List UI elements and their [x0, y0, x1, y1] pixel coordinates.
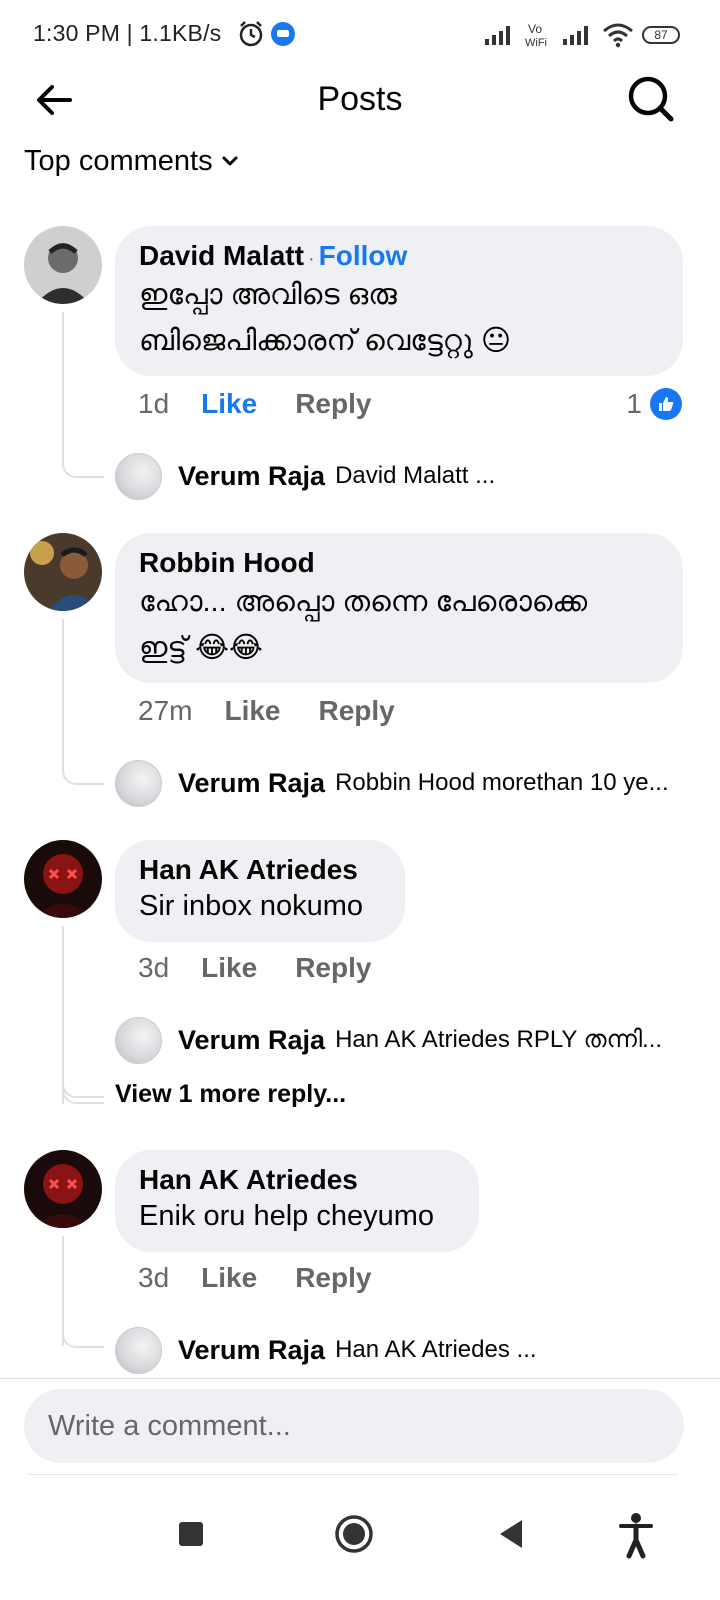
wifi-icon [603, 23, 633, 48]
comment-author[interactable]: Robbin Hood [139, 547, 659, 579]
header: Posts [0, 70, 720, 130]
like-button[interactable]: Like [201, 1262, 257, 1294]
reply-text: Robbin Hood morethan 10 ye... [335, 769, 669, 796]
like-button[interactable]: Like [224, 695, 280, 727]
comment-bubble[interactable]: David Malatt · Follow ഇപ്പോ അവിടെ ഒരു ബിജെ… [115, 226, 683, 376]
reply-text: David Malatt ... [335, 462, 496, 489]
sort-dropdown[interactable]: Top comments [24, 142, 239, 180]
comment-actions: 3d Like Reply [138, 948, 371, 988]
accessibility-icon[interactable] [618, 1504, 654, 1564]
avatar[interactable] [24, 840, 102, 918]
reply-button[interactable]: Reply [295, 952, 371, 984]
follow-button[interactable]: Follow [319, 240, 408, 271]
avatar[interactable] [115, 452, 162, 500]
reply-preview[interactable]: Verum Raja Robbin Hood morethan 10 ye... [115, 759, 685, 807]
comment-actions: 1d Like Reply [138, 384, 371, 424]
avatar[interactable] [115, 759, 162, 807]
status-time: 1:30 PM | 1.1KB/s [33, 20, 222, 46]
divider [28, 1474, 678, 1475]
reply-author: Verum Raja [178, 767, 326, 798]
recents-square-icon[interactable] [176, 1504, 206, 1564]
reaction-count[interactable]: 1 [626, 384, 682, 424]
home-circle-icon[interactable] [334, 1504, 374, 1564]
comment-time: 3d [138, 952, 170, 983]
avatar[interactable] [115, 1016, 162, 1064]
reply-connector [62, 1236, 104, 1348]
svg-text:WiFi: WiFi [525, 37, 547, 49]
system-navigation-bar [0, 1490, 720, 1600]
comment-bubble[interactable]: Robbin Hood ഹോ... അപ്പൊ തന്നെ പേരൊക്കെ ഇ… [115, 533, 683, 683]
sort-label: Top comments [24, 144, 213, 177]
comment-composer[interactable] [24, 1389, 684, 1463]
like-button[interactable]: Like [201, 388, 257, 420]
reply-preview[interactable]: Verum Raja Han AK Atriedes RPLY തന്നി... [115, 1016, 685, 1064]
reply-connector [62, 1080, 104, 1104]
back-triangle-icon[interactable] [496, 1504, 526, 1564]
reply-text: Han AK Atriedes ... [335, 1336, 537, 1363]
thumbs-up-icon [650, 388, 682, 420]
comment-bubble[interactable]: Han AK Atriedes Sir inbox nokumo [115, 840, 405, 942]
separator-dot: · [307, 248, 315, 270]
messenger-icon [271, 22, 295, 46]
reply-connector [62, 619, 104, 785]
reaction-count-number: 1 [626, 388, 642, 419]
comment-text-line: Sir inbox nokumo [139, 890, 364, 922]
comment-text-line: ബിജെപിക്കാരന് വെട്ടേറ്റു 😐 [139, 325, 512, 357]
avatar[interactable] [24, 226, 102, 304]
status-bar: 1:30 PM | 1.1KB/s Vo WiFi 87 [0, 0, 720, 70]
avatar[interactable] [24, 1150, 102, 1228]
comment-text-line: Enik oru help cheyumo [139, 1200, 434, 1232]
comment-actions: 27m Like Reply [138, 691, 395, 731]
comment-actions: 3d Like Reply [138, 1258, 371, 1298]
comment-author[interactable]: Han AK Atriedes [139, 1164, 455, 1196]
like-button[interactable]: Like [201, 952, 257, 984]
reply-button[interactable]: Reply [319, 695, 395, 727]
status-icons: Vo WiFi 87 [484, 20, 680, 50]
reply-preview[interactable]: Verum Raja David Malatt ... [115, 452, 685, 500]
comment-author[interactable]: David Malatt [139, 240, 304, 271]
comment-bubble[interactable]: Han AK Atriedes Enik oru help cheyumo [115, 1150, 479, 1252]
avatar[interactable] [24, 533, 102, 611]
reply-button[interactable]: Reply [295, 1262, 371, 1294]
reply-connector [62, 312, 104, 478]
comment-time: 1d [138, 388, 170, 419]
comment-author[interactable]: Han AK Atriedes [139, 854, 381, 886]
vowifi-icon: Vo WiFi [525, 22, 547, 49]
alarm-icon [239, 21, 263, 47]
comment-time: 27m [138, 695, 193, 726]
comment-text-line: ഇപ്പോ അവിടെ ഒരു [139, 279, 397, 311]
view-more-replies-link[interactable]: View 1 more reply... [115, 1080, 346, 1109]
avatar[interactable] [115, 1326, 162, 1374]
comment-input[interactable] [48, 1409, 660, 1443]
page-title: Posts [317, 80, 403, 118]
comment-text-line: ഇട്ട് 😂😂 [139, 632, 263, 664]
signal-icon [563, 26, 588, 45]
comment-time: 3d [138, 1262, 170, 1293]
signal-icon [485, 26, 510, 45]
chevron-down-icon [222, 156, 238, 166]
svg-text:Vo: Vo [528, 22, 542, 36]
reply-text: Han AK Atriedes RPLY തന്നി... [335, 1026, 663, 1053]
reply-connector [62, 926, 104, 1098]
reply-author: Verum Raja [178, 1024, 326, 1055]
reply-author: Verum Raja [178, 460, 326, 491]
reply-author: Verum Raja [178, 1334, 326, 1365]
divider [0, 1378, 720, 1379]
search-icon[interactable] [626, 74, 676, 124]
battery-level: 87 [654, 28, 668, 42]
comment-text-line: ഹോ... അപ്പൊ തന്നെ പേരൊക്കെ [139, 586, 588, 618]
battery-icon: 87 [642, 26, 680, 44]
reply-preview[interactable]: Verum Raja Han AK Atriedes ... [115, 1326, 685, 1374]
reply-button[interactable]: Reply [295, 388, 371, 420]
